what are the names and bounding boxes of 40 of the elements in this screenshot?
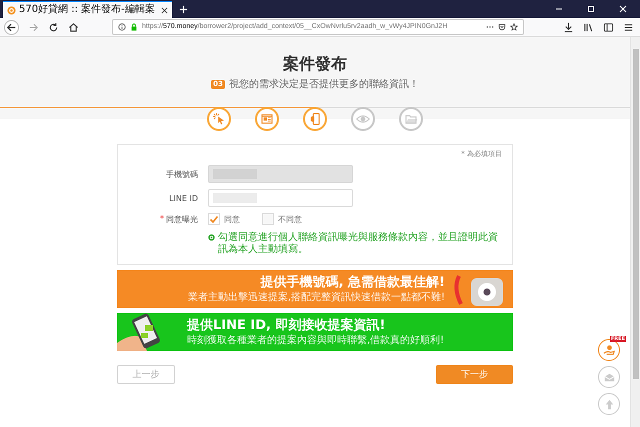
- checkbox-label: 同意: [224, 214, 240, 224]
- field-label: 同意曝光: [166, 214, 198, 224]
- pocket-icon[interactable]: [498, 23, 506, 31]
- consent-note: 勾選同意進行個人聯絡資訊曝光與服務條款內容，並且證明此資訊為本人主動填寫。: [218, 232, 499, 256]
- star-icon[interactable]: [510, 23, 518, 31]
- next-button[interactable]: 下一步: [436, 365, 513, 384]
- banner-title: 提供LINE ID, 即刻接收提案資訊!: [187, 318, 386, 334]
- info-icon: [208, 234, 215, 241]
- checkbox-label: 不同意: [278, 214, 302, 224]
- sidebar-icon[interactable]: [603, 22, 614, 32]
- field-label: LINE ID: [168, 194, 199, 202]
- reload-icon[interactable]: [48, 22, 59, 32]
- close-icon[interactable]: [160, 6, 168, 14]
- banner-subtitle: 業者主動出擊迅速提案,搭配完整資訊快速借款一點都不難!: [188, 290, 445, 304]
- promo-banner[interactable]: 提供手機號碼, 急需借款最佳解! 業者主動出擊迅速提案,搭配完整資訊快速借款一點都不難!: [117, 270, 513, 308]
- download-icon[interactable]: [563, 22, 574, 32]
- back-icon[interactable]: [4, 20, 19, 34]
- checkbox[interactable]: [262, 213, 274, 225]
- home-icon[interactable]: [68, 22, 79, 32]
- required-mark: *: [160, 214, 164, 224]
- library-icon[interactable]: [583, 22, 594, 32]
- page-subtitle: 視您的需求決定是否提供更多的聯絡資訊！: [228, 78, 419, 91]
- loan-offer-button[interactable]: [598, 339, 620, 361]
- banner-title: 提供手機號碼, 急需借款最佳解!: [259, 274, 445, 290]
- banner-subtitle: 時刻獲取各種業者的提案內容與即時聯繫,借款真的好順利!: [187, 334, 444, 346]
- checkbox[interactable]: [208, 213, 220, 225]
- favicon-icon: [7, 6, 16, 14]
- maximize-icon[interactable]: [586, 4, 596, 14]
- page-title: 案件發布: [283, 54, 347, 74]
- new-tab-icon[interactable]: [178, 4, 188, 14]
- menu-icon[interactable]: [623, 22, 634, 32]
- input-field[interactable]: [208, 189, 353, 207]
- tab-title: 570好貸網 :: 案件發布-編輯案: [19, 3, 155, 17]
- lock-icon: [130, 23, 138, 31]
- browser-tab[interactable]: 570好貸網 :: 案件發布-編輯案: [3, 1, 172, 18]
- field-label: 手機號碼: [165, 168, 199, 180]
- promo-banner[interactable]: 提供LINE ID, 即刻接收提案資訊! 時刻獲取各種業者的提案內容與即時聯繫,借款真的好順利!: [117, 313, 513, 351]
- previous-button[interactable]: 上一步: [117, 365, 175, 384]
- scrollbar[interactable]: [630, 37, 640, 427]
- info-icon[interactable]: [118, 23, 126, 31]
